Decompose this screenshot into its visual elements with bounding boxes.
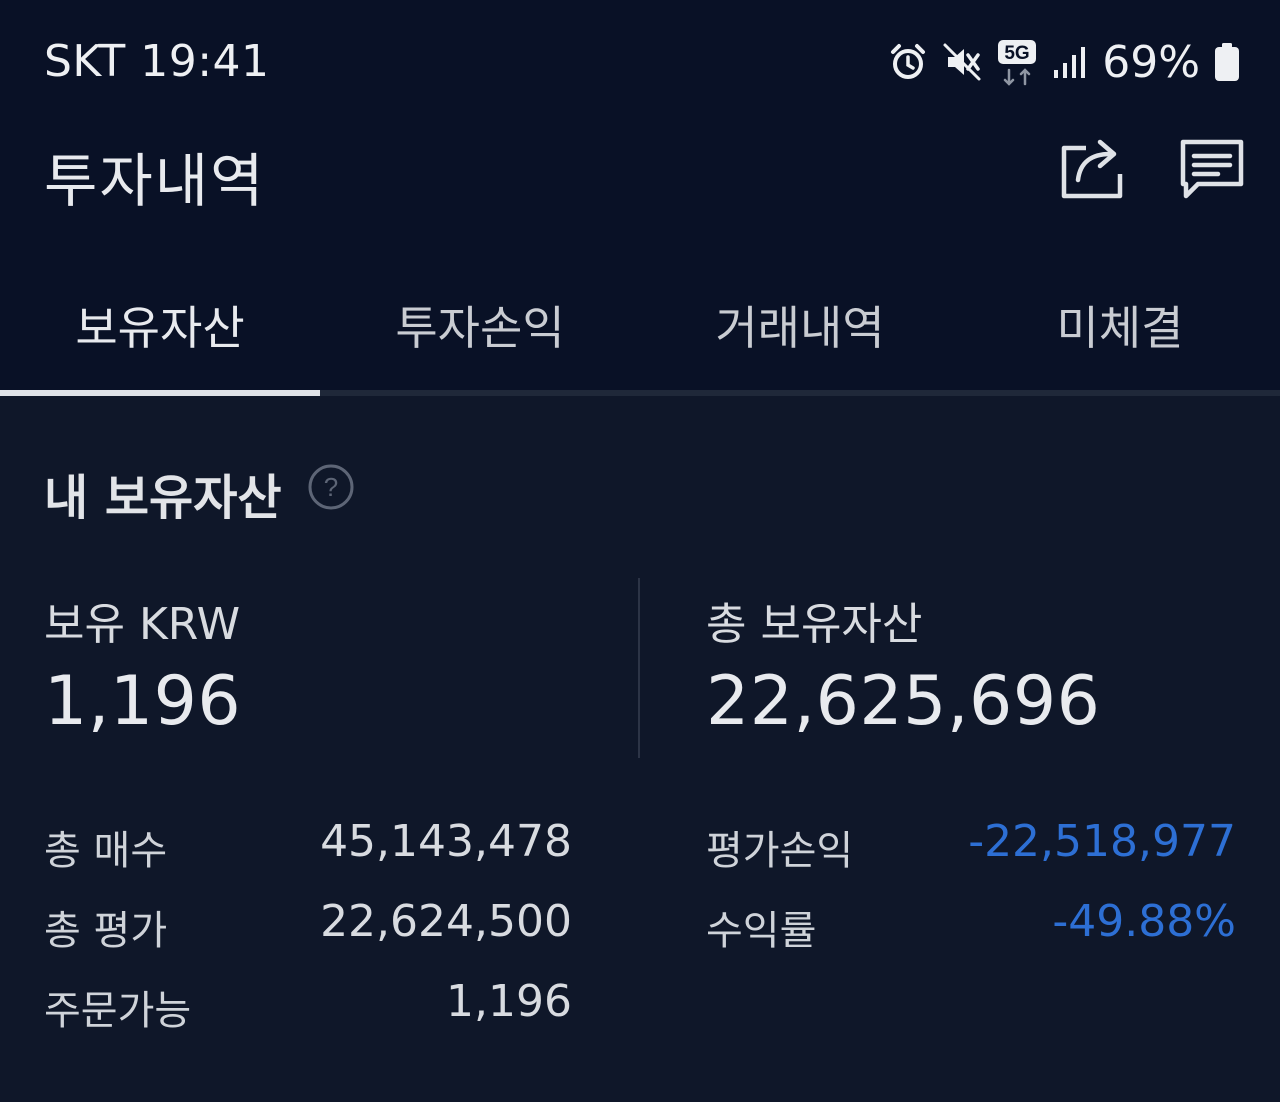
status-carrier-time: SKT 19:41 [44,36,270,87]
total-assets-label: 총 보유자산 [706,599,923,650]
mute-vibrate-icon [942,42,982,82]
return-rate-value: -49.88% [1052,896,1236,947]
krw-label: 보유 KRW [44,599,241,650]
status-bar: SKT 19:41 5G 69% [0,0,1280,120]
total-assets-value: 22,625,696 [706,662,1101,741]
tab-active-indicator [0,390,320,396]
tab-holdings[interactable]: 보유자산 [0,270,320,380]
total-buy-value: 45,143,478 [320,816,572,867]
network-badge-text: 5G [1005,43,1030,64]
total-evaluation-label: 총 평가 [44,908,168,954]
alarm-icon [888,42,928,82]
krw-value: 1,196 [44,662,242,741]
message-icon [1178,134,1246,206]
battery-icon [1214,42,1240,82]
question-icon[interactable]: ? [308,464,354,510]
section-title: 내 보유자산 [44,470,282,526]
share-icon [1058,134,1126,206]
summary-divider [638,578,640,758]
5g-data-icon: 5G [996,38,1038,86]
status-icons: 5G 69% [888,36,1240,88]
battery-percent: 69% [1102,36,1200,88]
evaluation-pl-label: 평가손익 [706,828,854,874]
total-evaluation-value: 22,624,500 [320,896,572,947]
signal-icon [1052,44,1088,80]
evaluation-pl-value: -22,518,977 [968,816,1236,867]
orderable-value: 1,196 [446,976,572,1027]
tab-bar: 보유자산 투자손익 거래내역 미체결 [0,270,1280,396]
return-rate-label: 수익률 [706,908,817,954]
orderable-label: 주문가능 [44,988,192,1034]
share-button[interactable] [1056,134,1128,206]
tab-unfilled-orders[interactable]: 미체결 [960,270,1280,380]
page-title: 투자내역 [44,147,266,215]
message-button[interactable] [1176,134,1248,206]
tab-profit-loss[interactable]: 투자손익 [320,270,640,380]
svg-text:?: ? [324,472,338,502]
tab-transactions[interactable]: 거래내역 [640,270,960,380]
total-buy-label: 총 매수 [44,828,168,874]
app-header: 투자내역 [0,120,1280,230]
